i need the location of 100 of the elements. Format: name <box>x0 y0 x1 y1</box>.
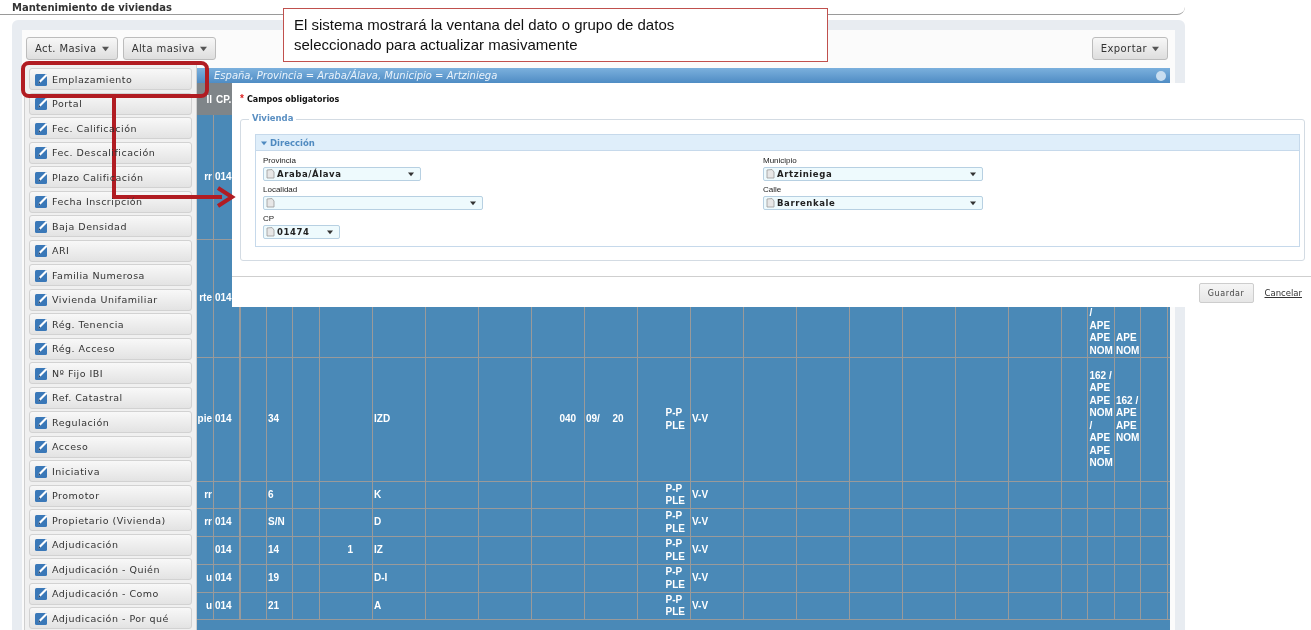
menu-item[interactable]: Rég. Acceso <box>29 337 192 360</box>
caret-icon <box>1152 45 1159 52</box>
menu-item[interactable]: Acceso <box>29 435 192 458</box>
select-field[interactable] <box>263 196 483 210</box>
table-cell-text: P-P PLE <box>665 593 686 619</box>
table-cell: D-I <box>374 572 388 585</box>
cancel-link[interactable]: Cancelar <box>1264 288 1302 298</box>
menu-button[interactable]: Act. Masiva <box>26 37 118 60</box>
column-header[interactable]: ll <box>197 83 214 115</box>
table-cell: 014 <box>215 544 232 557</box>
field-label: Calle <box>763 185 783 195</box>
caret-icon <box>261 139 267 146</box>
table-cell: 14 <box>268 544 280 557</box>
required-mark: * <box>240 93 244 104</box>
table-cell: 6 <box>268 488 274 502</box>
table-cell-text: P-P PLE <box>665 482 686 508</box>
table-cell: u <box>205 599 212 613</box>
menu-item[interactable]: Emplazamiento <box>29 68 192 90</box>
table-cell: rte <box>199 292 212 305</box>
table-cell: K <box>374 488 382 502</box>
edit-icon <box>35 97 48 110</box>
menu-item[interactable]: Nº Fijo IBI <box>29 362 192 384</box>
table-cell: A <box>374 599 382 613</box>
edit-icon <box>35 170 48 184</box>
export-button[interactable]: Exportar <box>1091 37 1168 60</box>
menu-item[interactable]: Iniciativa <box>29 460 192 482</box>
select-field[interactable]: 01474 <box>263 225 340 239</box>
edit-icon <box>35 489 48 502</box>
table-cell: 1 <box>347 544 354 557</box>
edit-icon <box>35 121 48 135</box>
table-cell: 34 <box>268 413 280 426</box>
table-cell: 20 <box>612 413 624 426</box>
edit-icon <box>35 440 48 453</box>
table-cell: 014 <box>215 572 232 585</box>
table-cell: 014 <box>215 292 232 305</box>
table-cell: S/N <box>268 516 285 529</box>
field-label: Municipio <box>763 156 798 166</box>
table-cell: 19 <box>268 572 280 585</box>
filter-text: España, Provincia = Araba/Álava, Municipio = Artziniega <box>214 70 498 81</box>
menu-item[interactable]: Baja Densidad <box>29 215 192 237</box>
document-icon <box>266 169 275 179</box>
table-cell: D <box>374 516 382 529</box>
edit-icon <box>35 268 48 282</box>
menu-button[interactable]: Alta masiva <box>122 37 216 60</box>
menu-item[interactable]: Adjudicación - Por qué <box>29 607 192 629</box>
menu-item[interactable]: Ref. Catastral <box>29 386 192 409</box>
edit-icon <box>35 464 48 478</box>
table-cell: V-V <box>692 516 709 529</box>
select-field[interactable]: Barrenkale <box>763 196 983 210</box>
table-cell: 014 <box>215 516 232 529</box>
required-note: Campos obligatorios <box>246 95 340 104</box>
menu-item[interactable]: Fecha Inscripción <box>29 190 192 213</box>
field-label: CP <box>263 214 276 224</box>
menu-item[interactable]: Adjudicación <box>29 533 192 556</box>
caret-icon <box>199 45 207 52</box>
select-field[interactable]: Artziniega <box>763 167 983 181</box>
edit-icon <box>35 195 48 208</box>
menu-item[interactable]: ARI <box>29 239 192 262</box>
menu-item[interactable]: Promotor <box>29 484 192 507</box>
table-cell: 09/ <box>586 413 600 426</box>
document-icon <box>266 198 275 208</box>
field-label: Localidad <box>263 185 299 195</box>
table-cell: IZ <box>374 544 383 557</box>
caret-icon <box>470 200 476 206</box>
save-button[interactable]: Guardar <box>1198 283 1254 303</box>
menu-item[interactable]: Regulación <box>29 411 192 433</box>
menu-item[interactable]: Adjudicación - Quién <box>29 558 192 580</box>
menu-item[interactable]: Rég. Tenencia <box>29 313 192 335</box>
table-cell: V-V <box>692 599 709 613</box>
page-title: Mantenimiento de viviendas <box>11 2 172 14</box>
edit-icon <box>35 562 48 576</box>
caret-icon <box>408 171 414 177</box>
menu-item[interactable]: Vivienda Unifamiliar <box>29 288 192 311</box>
edit-icon <box>35 72 48 86</box>
edit-icon <box>35 391 48 404</box>
caret-icon <box>970 200 976 206</box>
table-cell-text: P-P PLE <box>665 566 686 591</box>
edit-icon <box>35 587 48 600</box>
menu-item[interactable]: Propietario (Vivienda) <box>29 509 192 531</box>
table-cell: V-V <box>692 572 709 585</box>
callout-text: El sistema mostrará la ventana del dato o grupo de datos seleccionado para actualizar masivamente <box>294 15 676 55</box>
edit-icon <box>35 342 48 355</box>
edit-icon <box>35 146 48 159</box>
table-cell: 162 / APE APE NOM <box>1116 394 1141 445</box>
document-icon <box>766 198 775 208</box>
table-cell: V-V <box>692 488 709 502</box>
table-cell: V-V <box>692 544 709 557</box>
table-cell-text: P-P PLE <box>665 538 686 563</box>
toggle-icon[interactable] <box>1156 70 1166 81</box>
table-cell: 162 / APE APE NOM / APE APE NOM <box>1089 369 1114 470</box>
table-cell: APE NOM <box>1116 332 1141 357</box>
table-cell: IZD <box>374 413 391 426</box>
table-cell: 040 <box>559 413 577 426</box>
select-field[interactable]: Araba/Álava <box>263 167 421 181</box>
caret-icon <box>970 171 976 177</box>
menu-item[interactable]: Familia Numerosa <box>29 264 192 286</box>
menu-item[interactable]: Adjudicación - Como <box>29 582 192 605</box>
field-label: Provincia <box>263 156 297 166</box>
table-cell: rr <box>204 170 212 184</box>
edit-icon <box>35 366 48 380</box>
